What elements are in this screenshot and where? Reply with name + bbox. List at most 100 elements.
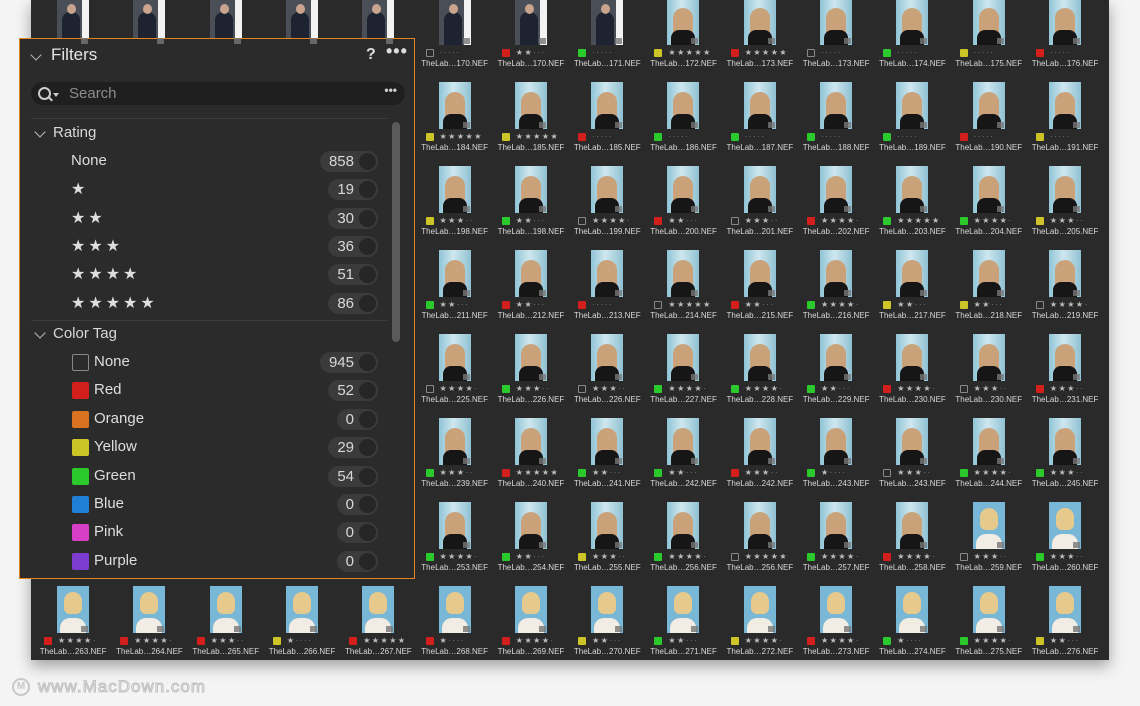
thumbnail-image[interactable] — [591, 334, 624, 381]
color-tag-none[interactable] — [578, 385, 587, 393]
color-tag-red[interactable] — [501, 469, 510, 477]
thumbnail-cell[interactable]: ★★★·· TheLab…255.NEF — [569, 494, 645, 578]
star-rating[interactable]: ····· — [1050, 132, 1071, 142]
thumbnail-cell[interactable]: ★★★★· TheLab…216.NEF — [798, 242, 874, 326]
thumbnail-image[interactable] — [667, 418, 700, 465]
color-tag-green[interactable] — [730, 133, 739, 141]
star-rating[interactable]: ★···· — [440, 636, 465, 646]
thumbnail-cell[interactable]: ★★★★· TheLab…273.NEF — [798, 578, 874, 660]
star-rating[interactable]: ····· — [897, 48, 918, 58]
thumbnail-cell[interactable]: ★★★★★ TheLab…240.NEF — [493, 410, 569, 494]
color-tag-green[interactable] — [883, 217, 892, 225]
thumbnail-cell[interactable]: ····· TheLab…213.NEF — [569, 242, 645, 326]
color-tag-green[interactable] — [1035, 469, 1044, 477]
thumbnail-image[interactable] — [743, 502, 776, 549]
thumbnail-image[interactable] — [57, 586, 89, 633]
count-toggle[interactable]: 945 — [319, 352, 378, 373]
star-rating[interactable]: ····· — [821, 48, 842, 58]
color-tag-none[interactable] — [654, 301, 663, 309]
thumbnail-cell[interactable]: ★★★★· TheLab…275.NEF — [951, 578, 1027, 660]
rating-filter-4[interactable]: ★★★★ 51 — [20, 263, 380, 287]
color-tag-yellow[interactable] — [654, 49, 663, 57]
star-rating[interactable]: ★★★★· — [897, 384, 936, 394]
thumbnail-cell[interactable]: ★★★·· TheLab…201.NEF — [722, 158, 798, 242]
star-rating[interactable]: ★★★·· — [1050, 384, 1084, 394]
star-rating[interactable]: ★★★★★ — [745, 48, 788, 58]
thumbnail-image[interactable] — [972, 250, 1005, 297]
star-rating[interactable]: ★★★·· — [592, 384, 626, 394]
thumbnail-image[interactable] — [896, 418, 929, 465]
thumbnail-cell[interactable]: ★★★·· TheLab…205.NEF — [1027, 158, 1103, 242]
thumbnail-cell[interactable]: ★★★★★ TheLab…256.NEF — [722, 494, 798, 578]
thumbnail-image[interactable] — [209, 586, 242, 633]
thumbnail-image[interactable] — [1048, 0, 1081, 45]
thumbnail-image[interactable] — [514, 502, 547, 549]
thumbnail-cell[interactable]: ★★★★· TheLab…225.NEF — [417, 326, 493, 410]
color-tag-red[interactable] — [807, 217, 815, 225]
star-rating[interactable]: ★★★★· — [974, 468, 1013, 478]
color-tag-filter-green[interactable]: Green 54 — [20, 465, 380, 489]
star-rating[interactable]: ★★★·· — [1050, 216, 1084, 226]
star-rating[interactable]: ····· — [592, 132, 613, 142]
color-tag-green[interactable] — [578, 49, 587, 57]
star-rating[interactable]: ★★★★· — [58, 636, 97, 646]
star-rating[interactable]: ★★★★· — [745, 384, 784, 394]
thumbnail-cell[interactable]: ★★★★· TheLab…264.NEF — [111, 578, 187, 660]
color-tag-green[interactable] — [654, 469, 663, 477]
star-rating[interactable]: ★★★★· — [440, 384, 479, 394]
color-tag-none[interactable] — [1035, 301, 1044, 309]
star-rating[interactable]: ★★★★· — [440, 552, 479, 562]
star-rating[interactable]: ····· — [668, 132, 689, 142]
rating-filter-2[interactable]: ★★ 30 — [20, 207, 380, 231]
thumbnail-cell[interactable]: ★★··· TheLab…215.NEF — [722, 242, 798, 326]
rating-chevron-icon[interactable] — [34, 126, 46, 138]
color-tag-red[interactable] — [425, 637, 434, 645]
star-rating[interactable]: ★★★★★ — [440, 132, 483, 142]
thumbnail-image[interactable] — [591, 250, 624, 297]
rating-filter-0[interactable]: None 858 — [20, 150, 380, 174]
star-rating[interactable]: ★★★★· — [974, 636, 1013, 646]
thumbnail-image[interactable] — [1048, 418, 1081, 465]
star-rating[interactable]: ★★★★· — [592, 216, 631, 226]
color-tag-green[interactable] — [959, 217, 968, 225]
color-tag-filter-red[interactable]: Red 52 — [20, 379, 380, 403]
thumbnail-cell[interactable]: ★★★·· TheLab…226.NEF — [493, 326, 569, 410]
thumbnail-cell[interactable]: ★★··· TheLab…271.NEF — [645, 578, 721, 660]
color-tag-none[interactable] — [730, 553, 739, 561]
count-toggle[interactable]: 0 — [336, 408, 378, 430]
thumbnail-image[interactable] — [896, 502, 929, 549]
thumbnail-image[interactable] — [438, 250, 471, 297]
star-rating[interactable]: ····· — [897, 132, 918, 142]
thumbnail-cell[interactable]: ★★★·· TheLab…265.NEF — [188, 578, 264, 660]
search-icon[interactable] — [38, 87, 51, 100]
thumbnail-image[interactable] — [667, 586, 700, 633]
rating-header[interactable]: Rating — [53, 124, 96, 141]
color-tag-yellow[interactable] — [272, 637, 281, 645]
star-rating[interactable]: ★★★★· — [134, 636, 173, 646]
thumbnail-cell[interactable]: ★★··· TheLab…218.NEF — [951, 242, 1027, 326]
rating-filter-3[interactable]: ★★★ 36 — [20, 235, 380, 259]
thumbnail-image[interactable] — [743, 586, 776, 633]
thumbnail-cell[interactable]: ····· TheLab…171.NEF — [569, 0, 645, 74]
color-tag-filter-yellow[interactable]: Yellow 29 — [20, 436, 380, 460]
thumbnail-cell[interactable]: ★★★★· TheLab…227.NEF — [645, 326, 721, 410]
thumbnail-cell[interactable]: ★★★★· TheLab…199.NEF — [569, 158, 645, 242]
star-rating[interactable]: ★★··· — [668, 636, 698, 646]
color-tag-green[interactable] — [807, 301, 815, 309]
thumbnail-cell[interactable]: ★★··· TheLab…211.NEF — [417, 242, 493, 326]
thumbnail-cell[interactable]: ★★★·· TheLab…242.NEF — [722, 410, 798, 494]
thumbnail-cell[interactable]: ★★★★· TheLab…253.NEF — [417, 494, 493, 578]
color-tag-filter-pink[interactable]: Pink 0 — [20, 521, 380, 545]
star-rating[interactable]: ★★··· — [821, 384, 851, 394]
color-tag-green[interactable] — [883, 637, 892, 645]
color-tag-yellow[interactable] — [1035, 133, 1044, 141]
thumbnail-cell[interactable]: ★★★★· TheLab…219.NEF — [1027, 242, 1103, 326]
star-rating[interactable]: ★★★·· — [211, 636, 245, 646]
thumbnail-cell[interactable]: ····· TheLab…186.NEF — [645, 74, 721, 158]
star-rating[interactable]: ····· — [974, 48, 995, 58]
dropdown-caret-icon[interactable] — [53, 93, 59, 100]
thumbnail-cell[interactable]: ★★★★· TheLab…257.NEF — [798, 494, 874, 578]
color-tag-green[interactable] — [730, 385, 739, 393]
star-rating[interactable]: ····· — [1050, 48, 1071, 58]
thumbnail-image[interactable] — [667, 166, 700, 213]
